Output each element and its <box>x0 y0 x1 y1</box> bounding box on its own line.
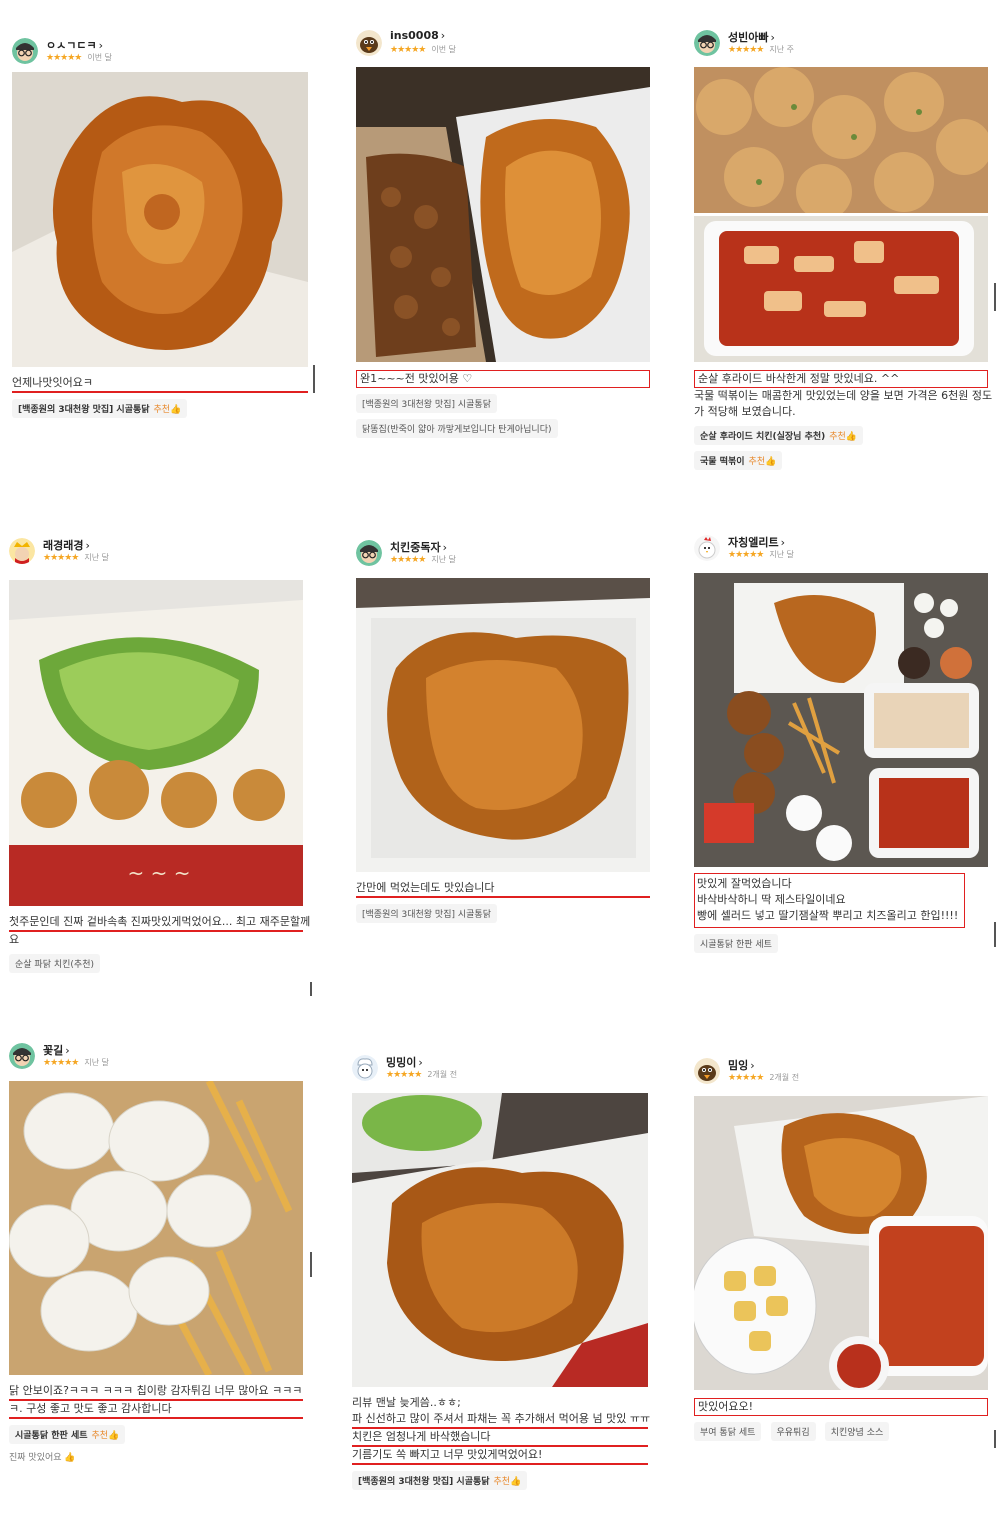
menu-tags: [백종원의 3대천왕 맛집] 시골통닭 추천👍 <box>12 393 308 418</box>
menu-tags: [백종원의 3대천왕 맛집] 시골통닭 닭똥집(반죽이 얇아 까맣게보입니다 탄… <box>356 388 650 438</box>
menu-tag[interactable]: 국물 떡볶이 추천👍 <box>694 451 783 470</box>
menu-tag[interactable]: [백종원의 3대천왕 맛집] 시골통닭 <box>356 394 497 413</box>
user-name-link[interactable]: 래경래경 › <box>43 537 90 553</box>
review-card: 래경래경 › ★★★★★ 지난 달 ~ ~ ~ 첫주문인데 진짜 겉바속촉 진짜맛있… <box>9 538 311 973</box>
menu-tags: 시골통닭 한판 세트 <box>694 928 988 953</box>
menu-tags: [백종원의 3대천왕 맛집] 시골통닭 추천👍 <box>352 1465 648 1490</box>
rating: ★★★★★ 이번 달 <box>390 45 456 55</box>
menu-tag[interactable]: 시골통닭 한판 세트 추천👍 <box>9 1425 126 1444</box>
menu-tag[interactable]: 시골통닭 한판 세트 <box>694 934 778 953</box>
scrollbar-thumb[interactable] <box>994 283 996 311</box>
menu-tag[interactable]: 순살 후라이드 치킨(실장님 추천) 추천👍 <box>694 426 864 445</box>
review-header: 래경래경 › ★★★★★ 지난 달 <box>9 538 303 572</box>
menu-tag[interactable]: 부여 통닭 세트 <box>694 1422 762 1441</box>
extra-comment: 진짜 맛있어요 👍 <box>9 1453 76 1463</box>
review-photo[interactable] <box>9 1081 303 1375</box>
user-name-link[interactable]: 성빈아빠 › <box>728 29 775 45</box>
review-header: 성빈아빠 › ★★★★★ 지난 주 <box>694 30 988 64</box>
rating: ★★★★★ 지난 달 <box>43 553 109 563</box>
review-card: 자칭엘리트 › ★★★★★ 지난 달 맛있게 잘먹었습니다 바삭바삭하니 딱 제스타… <box>694 535 988 953</box>
review-header: 밍밍이 › ★★★★★ 2개월 전 <box>352 1055 648 1089</box>
user-name-link[interactable]: 치킨중독자 › <box>390 539 447 555</box>
review-text: 맛있게 잘먹었습니다 바삭바삭하니 딱 제스타일이네요 빵에 셀러드 넣고 딸기… <box>694 873 966 928</box>
menu-tag[interactable]: 닭똥집(반죽이 얇아 까맣게보입니다 탄게아닙니다) <box>356 419 558 438</box>
user-name-link[interactable]: 밍밍이 › <box>386 1054 423 1070</box>
rating: ★★★★★ 지난 달 <box>390 555 456 565</box>
review-text: 언제나맛잇어요ㅋ <box>12 375 308 393</box>
menu-tags: 순살 후라이드 치킨(실장님 추천) 추천👍 국물 떡볶이 추천👍 <box>694 420 988 470</box>
menu-tags: 부여 통닭 세트 우유튀김 치킨양념 소스 <box>694 1416 988 1441</box>
review-photo[interactable]: ~ ~ ~ <box>9 580 303 906</box>
avatar-chicken-icon[interactable] <box>694 535 720 561</box>
user-name-link[interactable]: 밈잉 › <box>728 1057 755 1073</box>
scrollbar-thumb[interactable] <box>313 365 315 393</box>
review-card: 치킨중독자 › ★★★★★ 지난 달 간만에 먹었는데도 맛있습니다 [백종원의 3… <box>356 540 650 923</box>
scrollbar-thumb[interactable] <box>994 1430 996 1448</box>
rating: ★★★★★ 2개월 전 <box>728 1073 800 1083</box>
menu-tags: [백종원의 3대천왕 맛집] 시골통닭 <box>356 898 650 923</box>
menu-tags: 시골통닭 한판 세트 추천👍 <box>9 1419 303 1444</box>
review-header: 자칭엘리트 › ★★★★★ 지난 달 <box>694 535 988 569</box>
scrollbar-thumb[interactable] <box>310 982 312 996</box>
review-card: ㅇㅅㄱㄷㅋ › ★★★★★ 이번 달 언제나맛잇어요ㅋ [백종원의 3대천왕 맛집]… <box>12 38 308 418</box>
review-text: 맛있어요오! <box>694 1398 988 1416</box>
menu-tag[interactable]: [백종원의 3대천왕 맛집] 시골통닭 추천👍 <box>352 1471 528 1490</box>
rating: ★★★★★ 이번 달 <box>46 53 112 63</box>
svg-text:~ ~ ~: ~ ~ ~ <box>128 861 191 885</box>
rating: ★★★★★ 2개월 전 <box>386 1070 458 1080</box>
avatar-bird-icon[interactable] <box>356 30 382 56</box>
review-photo[interactable] <box>12 72 308 367</box>
review-text: 순살 후라이드 바삭한게 정말 맛있네요. ^^ 국물 떡볶이는 매콤한게 맛있… <box>694 370 993 418</box>
review-photo[interactable] <box>694 67 988 213</box>
review-card: 꽃길 › ★★★★★ 지난 달 닭 안보이죠?ㅋㅋㅋ ㅋㅋㅋ 칩이랑 감자튀김 너무… <box>9 1043 303 1463</box>
user-name-link[interactable]: ins0008 › <box>390 29 445 42</box>
scrollbar-thumb[interactable] <box>310 1252 312 1277</box>
menu-tag[interactable]: 치킨양념 소스 <box>824 1422 890 1441</box>
avatar-bird-icon[interactable] <box>694 1058 720 1084</box>
menu-tag[interactable]: [백종원의 3대천왕 맛집] 시골통닭 <box>356 904 497 923</box>
review-header: ㅇㅅㄱㄷㅋ › ★★★★★ 이번 달 <box>12 38 308 72</box>
avatar-glasses-icon[interactable] <box>9 1043 35 1069</box>
avatar-glasses-icon[interactable] <box>12 38 38 64</box>
review-photo[interactable] <box>356 67 650 362</box>
review-card: 밈잉 › ★★★★★ 2개월 전 맛있어요오! 부여 통닭 세트 우유튀김 치킨양념… <box>694 1058 988 1441</box>
review-header: 밈잉 › ★★★★★ 2개월 전 <box>694 1058 988 1092</box>
review-photo[interactable] <box>694 216 988 362</box>
review-photo[interactable] <box>694 573 988 867</box>
review-text: 리뷰 맨날 늦게씀..ㅎㅎ; 파 신선하고 많이 주셔서 파채는 꼭 추가해서 … <box>352 1395 650 1465</box>
user-name-link[interactable]: 꽃길 › <box>43 1042 70 1058</box>
avatar-glasses-icon[interactable] <box>694 30 720 56</box>
user-name-link[interactable]: 자칭엘리트 › <box>728 534 785 550</box>
review-header: 치킨중독자 › ★★★★★ 지난 달 <box>356 540 650 574</box>
avatar-glasses-icon[interactable] <box>356 540 382 566</box>
review-card: ins0008 › ★★★★★ 이번 달 완1~~~전 맛있어용 ♡ [백종원의 3… <box>356 29 650 438</box>
rating: ★★★★★ 지난 주 <box>728 45 794 55</box>
review-card: 성빈아빠 › ★★★★★ 지난 주 순살 후라이드 바삭한게 정말 맛있네요. ^^… <box>694 30 993 470</box>
review-photo[interactable] <box>694 1096 988 1390</box>
user-name-link[interactable]: ㅇㅅㄱㄷㅋ › <box>46 37 103 53</box>
menu-tag[interactable]: 우유튀김 <box>770 1422 816 1441</box>
scrollbar-thumb[interactable] <box>994 922 996 947</box>
review-text: 간만에 먹었는데도 맛있습니다 <box>356 880 650 898</box>
review-header: 꽃길 › ★★★★★ 지난 달 <box>9 1043 303 1077</box>
avatar-crown-icon[interactable] <box>9 538 35 564</box>
review-photo[interactable] <box>352 1093 648 1387</box>
review-text: 닭 안보이죠?ㅋㅋㅋ ㅋㅋㅋ 칩이랑 감자튀김 너무 많아요 ㅋㅋㅋ ㅋ. 구성… <box>9 1383 303 1419</box>
review-photo[interactable] <box>356 578 650 872</box>
review-text: 첫주문인데 진짜 겉바속촉 진짜맛있게먹었어요... 최고 재주문할께 요 <box>9 915 311 946</box>
review-text: 완1~~~전 맛있어용 ♡ <box>356 370 650 388</box>
menu-tag[interactable]: [백종원의 3대천왕 맛집] 시골통닭 추천👍 <box>12 399 188 418</box>
rating: ★★★★★ 지난 달 <box>728 550 794 560</box>
menu-tags: 순살 파닭 치킨(추천) <box>9 948 303 973</box>
avatar-chef-icon[interactable] <box>352 1055 378 1081</box>
rating: ★★★★★ 지난 달 <box>43 1058 109 1068</box>
menu-tag[interactable]: 순살 파닭 치킨(추천) <box>9 954 100 973</box>
review-header: ins0008 › ★★★★★ 이번 달 <box>356 29 650 64</box>
review-card: 밍밍이 › ★★★★★ 2개월 전 리뷰 맨날 늦게씀..ㅎㅎ; 파 신선하고 많이… <box>352 1055 650 1490</box>
